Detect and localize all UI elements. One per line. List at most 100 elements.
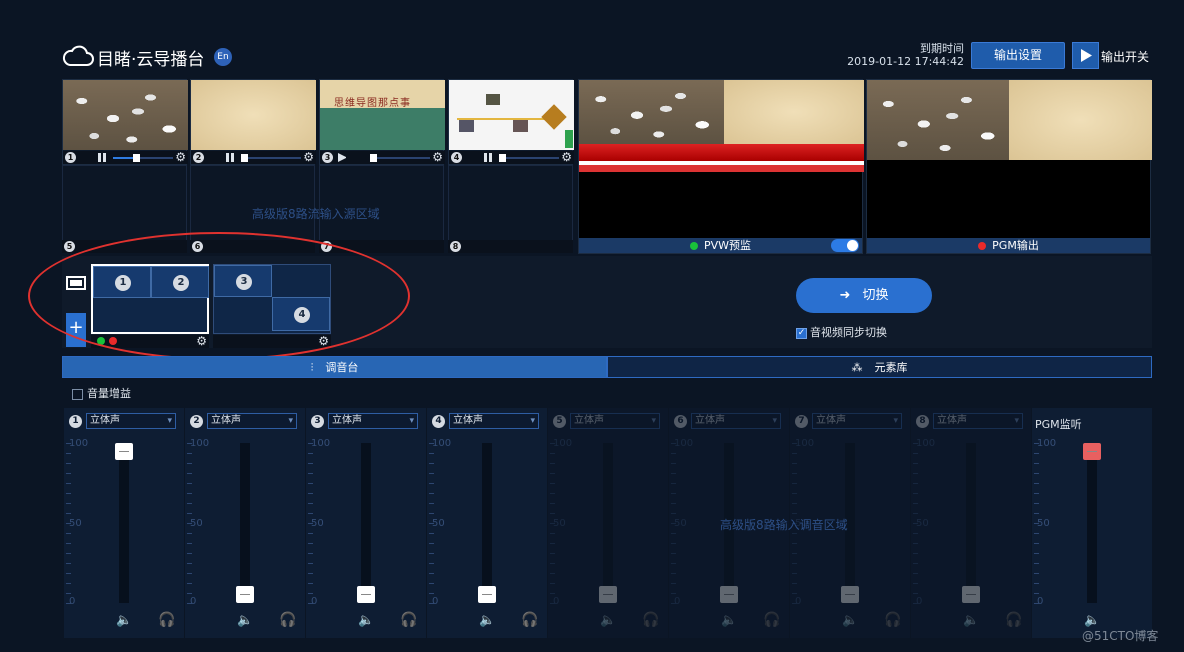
channel-mode-select[interactable]: 立体声 [328,413,418,429]
channel-mode-select[interactable]: 立体声 [449,413,539,429]
gear-icon[interactable]: ⚙ [175,151,186,164]
fader-track[interactable] [1083,443,1101,603]
cloud-logo-icon [62,45,94,66]
source-tile-1[interactable]: 1 ⚙ [62,79,188,165]
highlight-annotation [28,232,410,360]
headphone-monitor-icon[interactable]: 🎧 [158,612,175,628]
volume-fader[interactable] [357,586,375,603]
tab-library[interactable]: ⁂ 元素库 [607,356,1152,378]
speaker-mute-icon[interactable]: 🔈 [721,613,737,628]
volume-fader[interactable] [720,586,738,603]
scale-label: 100 [916,438,936,449]
level-scale: 100 50 0 [66,438,96,607]
fader-track[interactable] [115,443,133,603]
tab-mixer[interactable]: ⫶ 调音台 [62,356,607,378]
volume-slider[interactable] [241,154,301,162]
scale-label: 100 [432,438,452,449]
speaker-mute-icon[interactable]: 🔈 [963,613,979,628]
pause-icon[interactable] [98,153,106,162]
scale-label: 0 [674,596,681,607]
source-tile-3[interactable]: 思维导图那点事 3 ⚙ [319,79,445,165]
av-sync-label: 音视频同步切换 [810,326,887,339]
headphone-monitor-icon[interactable]: 🎧 [400,612,417,628]
volume-slider[interactable] [499,154,559,162]
speaker-icon[interactable]: 🔈 [1084,613,1100,628]
speaker-mute-icon[interactable]: 🔈 [600,613,616,628]
switch-button[interactable]: ➜ 切换 [796,278,932,313]
headphone-monitor-icon[interactable]: 🎧 [279,612,296,628]
source-tile-2[interactable]: 2 ⚙ [190,79,316,165]
fader-track[interactable] [962,443,980,603]
gear-icon[interactable]: ⚙ [432,151,443,164]
av-sync-checkbox[interactable]: ✓ 音视频同步切换 [796,324,887,340]
fader-track[interactable] [357,443,375,603]
volume-slider[interactable] [113,154,173,162]
output-settings-button[interactable]: 输出设置 [971,42,1065,69]
status-dot [978,242,987,250]
pause-icon[interactable] [226,153,234,162]
pvw-toggle[interactable] [831,239,859,252]
channel-number: 3 [311,415,324,428]
volume-fader[interactable] [478,586,496,603]
fader-track[interactable] [236,443,254,603]
status-dot [689,242,698,250]
channel-mode-select[interactable]: 立体声 [933,413,1023,429]
scale-label: 50 [674,518,687,529]
scale-label: 100 [674,438,694,449]
tab-library-label: 元素库 [874,361,908,374]
output-play-button[interactable] [1072,42,1099,69]
scale-label: 50 [69,518,82,529]
pgm-monitor: PGM输出 [866,79,1152,254]
volume-slider[interactable] [370,154,430,162]
source-tile-4[interactable]: 4 ⚙ [448,79,574,165]
volume-fader[interactable] [1083,443,1101,460]
speaker-mute-icon[interactable]: 🔈 [479,613,495,628]
scale-label: 0 [311,596,318,607]
channel-mode-select[interactable]: 立体声 [691,413,781,429]
fader-track[interactable] [599,443,617,603]
pause-icon[interactable] [338,153,346,162]
tab-mixer-label: 调音台 [325,361,359,374]
gear-icon[interactable]: ⚙ [561,151,572,164]
channel-mode-select[interactable]: 立体声 [207,413,297,429]
headphone-monitor-icon[interactable]: 🎧 [763,612,780,628]
speaker-mute-icon[interactable]: 🔈 [237,613,253,628]
mixer-sliders-icon: ⫶ [310,361,314,374]
slider-knob[interactable] [241,154,248,162]
channel-mode-select[interactable]: 立体声 [812,413,902,429]
channel-number: 4 [432,415,445,428]
mixer-channel-2: 2 立体声 100 50 0 🔈 🎧 [185,408,305,638]
headphone-monitor-icon[interactable]: 🎧 [884,612,901,628]
fader-track[interactable] [478,443,496,603]
speaker-mute-icon[interactable]: 🔈 [842,613,858,628]
source-thumbnail: 思维导图那点事 [320,80,445,150]
headphone-monitor-icon[interactable]: 🎧 [521,612,538,628]
gear-icon[interactable]: ⚙ [303,151,314,164]
volume-gain-checkbox[interactable]: 音量增益 [72,385,131,401]
volume-fader[interactable] [962,586,980,603]
source-number: 1 [65,152,76,163]
volume-fader[interactable] [599,586,617,603]
headphone-monitor-icon[interactable]: 🎧 [642,612,659,628]
slider-knob[interactable] [499,154,506,162]
app-title: 目睹·云导播台 [97,50,205,70]
speaker-mute-icon[interactable]: 🔈 [116,613,132,628]
volume-fader[interactable] [115,443,133,460]
channel-mode-select[interactable]: 立体声 [86,413,176,429]
channel-number: 6 [674,415,687,428]
headphone-monitor-icon[interactable]: 🎧 [1005,612,1022,628]
channel-mode-select[interactable]: 立体声 [570,413,660,429]
scale-label: 50 [311,518,324,529]
scale-label: 0 [190,596,197,607]
speaker-mute-icon[interactable]: 🔈 [358,613,374,628]
expiry-label: 到期时间 [920,42,964,55]
pause-icon[interactable] [484,153,492,162]
volume-fader[interactable] [236,586,254,603]
scale-label: 100 [795,438,815,449]
scale-label: 100 [1037,438,1057,449]
checkbox-icon [72,388,83,400]
slider-knob[interactable] [370,154,377,162]
language-toggle-button[interactable]: En [214,48,232,66]
slider-knob[interactable] [133,154,140,162]
volume-fader[interactable] [841,586,859,603]
